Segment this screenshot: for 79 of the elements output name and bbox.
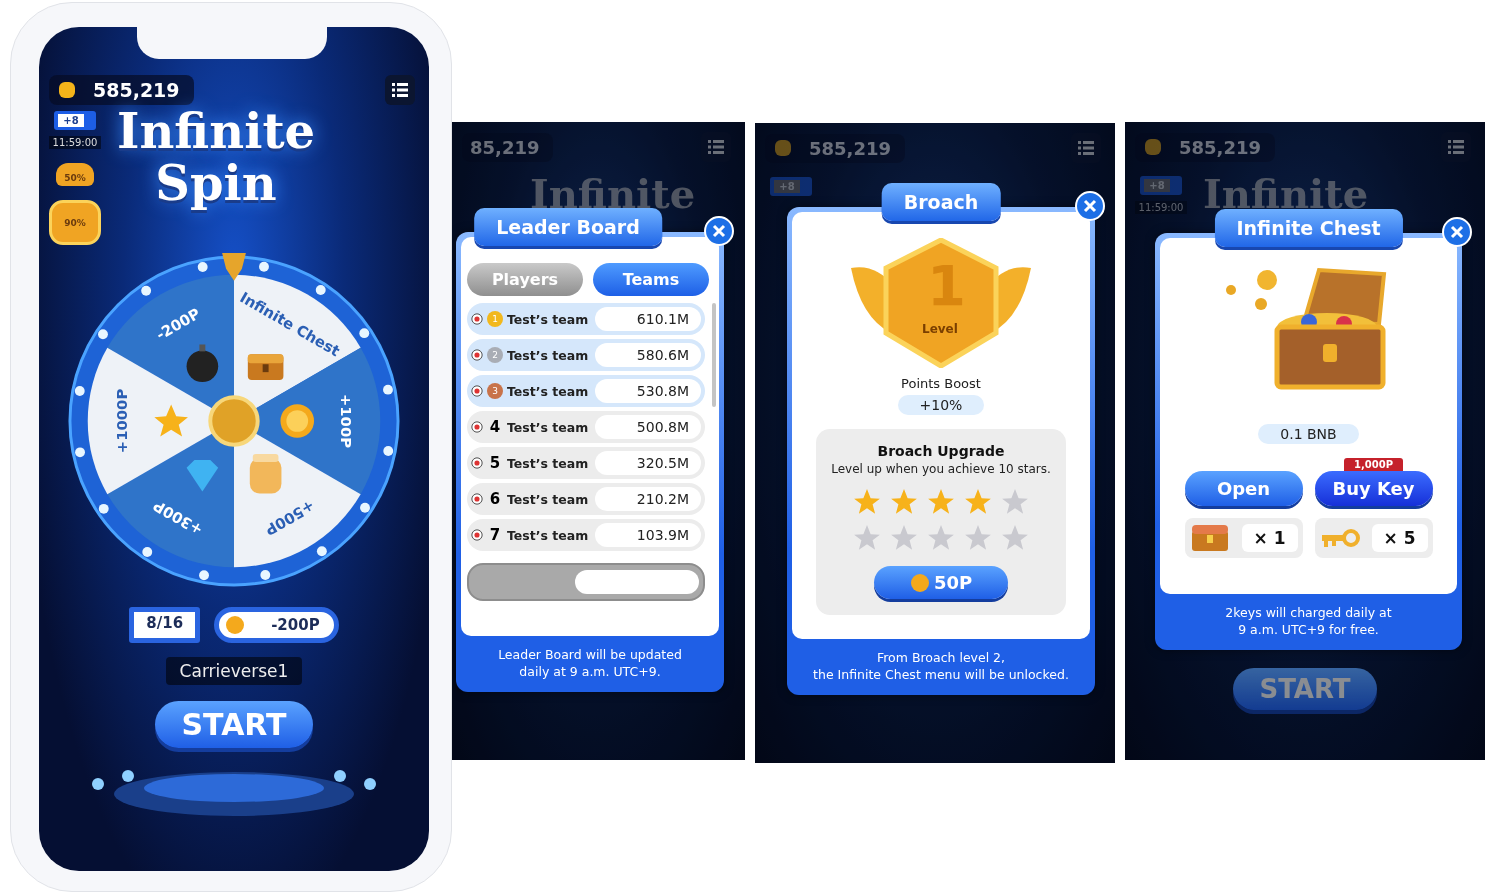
medal-badge: 3	[487, 383, 503, 399]
pointer-icon	[222, 253, 246, 281]
coin-icon	[280, 404, 315, 438]
notice-text: 9 a.m. UTC+9 for free.	[1238, 621, 1379, 638]
upgrade-button[interactable]: 50P	[873, 566, 1009, 599]
chest-icon	[1189, 523, 1230, 553]
team-row[interactable]: 7 Test’s team 103.9M	[467, 519, 705, 551]
team-name: Test’s team	[507, 311, 589, 327]
wheel-label: +1000P	[113, 388, 131, 454]
notice-text: From Broach level 2,	[876, 649, 1006, 666]
price-tag: 1,000P	[1344, 458, 1403, 471]
bomb-icon	[186, 344, 219, 383]
team-row[interactable]: 6 Test’s team 210.2M	[467, 483, 705, 515]
menu-icon[interactable]	[385, 75, 415, 105]
chest-count: × 1	[1241, 524, 1298, 552]
wheel-label: +100P	[337, 393, 355, 449]
team-name: Test’s team	[507, 347, 589, 363]
rank-number: 4	[488, 418, 502, 436]
star-icon	[154, 404, 188, 437]
key-count: × 5	[1371, 524, 1428, 552]
upgrade-text: Level up when you achieve 10 stars.	[831, 462, 1051, 476]
team-name: Test’s team	[507, 491, 589, 507]
diamond-icon	[186, 459, 219, 492]
team-row[interactable]: 4 Test’s team 500.8M	[467, 411, 705, 443]
dialog-title: Broach	[881, 183, 1001, 221]
balance-amount: 585,219	[1179, 136, 1261, 158]
level-label: Level	[922, 322, 958, 336]
rank-number: 6	[488, 490, 502, 508]
boost-value: +10%	[897, 395, 985, 415]
team-row[interactable]: 2 Test’s team 580.6M	[467, 339, 705, 371]
team-name: Test’s team	[507, 383, 589, 399]
video-bonus-button[interactable]: +8	[54, 111, 96, 130]
notice-text: Leader Board will be updated	[498, 646, 682, 663]
team-score: 580.6M	[595, 343, 701, 367]
notice-text: daily at 9 a.m. UTC+9.	[519, 663, 661, 680]
close-icon[interactable]	[1442, 217, 1472, 247]
game-title: Infinite	[117, 105, 316, 157]
balance-amount: 585,219	[93, 79, 180, 101]
close-icon[interactable]	[1075, 191, 1105, 221]
team-bonus-badge[interactable]: 50%	[56, 163, 94, 186]
game-title: Spin	[155, 157, 277, 209]
balance-amount: 585,219	[809, 137, 891, 159]
open-button[interactable]: Open	[1184, 471, 1303, 506]
team-score: 530.8M	[595, 379, 701, 403]
team-name: Test’s team	[507, 455, 589, 471]
dialog-title: Infinite Chest	[1214, 209, 1403, 247]
team-row[interactable]: 1 Test’s team 610.1M	[467, 303, 705, 335]
team-row[interactable]: 3 Test’s team 530.8M	[467, 375, 705, 407]
team-score: 610.1M	[595, 307, 701, 331]
dialog-title: Leader Board	[474, 208, 662, 246]
coin-icon	[225, 615, 246, 635]
notice-text: the Infinite Chest menu will be unlocked.	[813, 666, 1069, 683]
team-score: 500.8M	[595, 415, 701, 439]
team-row[interactable]: 5 Test’s team 320.5M	[467, 447, 705, 479]
cost-amount: -200P	[271, 616, 320, 634]
close-icon[interactable]	[704, 216, 734, 246]
team-name: Test’s team	[507, 527, 589, 543]
team-name: Test’s team	[507, 419, 589, 435]
medal-badge: 1	[487, 311, 503, 327]
tab[interactable]: Teams	[593, 263, 709, 296]
team-score: 103.9M	[595, 523, 701, 547]
rank-number: 7	[488, 526, 502, 544]
medal-badge: 2	[487, 347, 503, 363]
timer-text: 11:59:00	[48, 136, 102, 149]
notice-text: 2keys will charged daily at	[1225, 604, 1392, 621]
chest-icon	[247, 354, 284, 381]
team-score: 210.2M	[595, 487, 701, 511]
username-label: Carrieverse1	[165, 657, 303, 685]
coin-icon	[57, 80, 77, 100]
upgrade-title: Broach Upgrade	[877, 443, 1005, 459]
buy-key-button[interactable]: Buy Key	[1314, 471, 1433, 506]
team-score: 320.5M	[595, 451, 701, 475]
balance-amount: 85,219	[470, 136, 540, 158]
spin-counter: 8/16	[129, 607, 201, 643]
rank-number: 5	[488, 454, 502, 472]
reward-value: 0.1 BNB	[1258, 424, 1359, 444]
broach-bonus-badge[interactable]: 90%	[49, 200, 101, 245]
boost-label: Points Boost	[901, 376, 981, 391]
coin-icon	[909, 572, 930, 593]
